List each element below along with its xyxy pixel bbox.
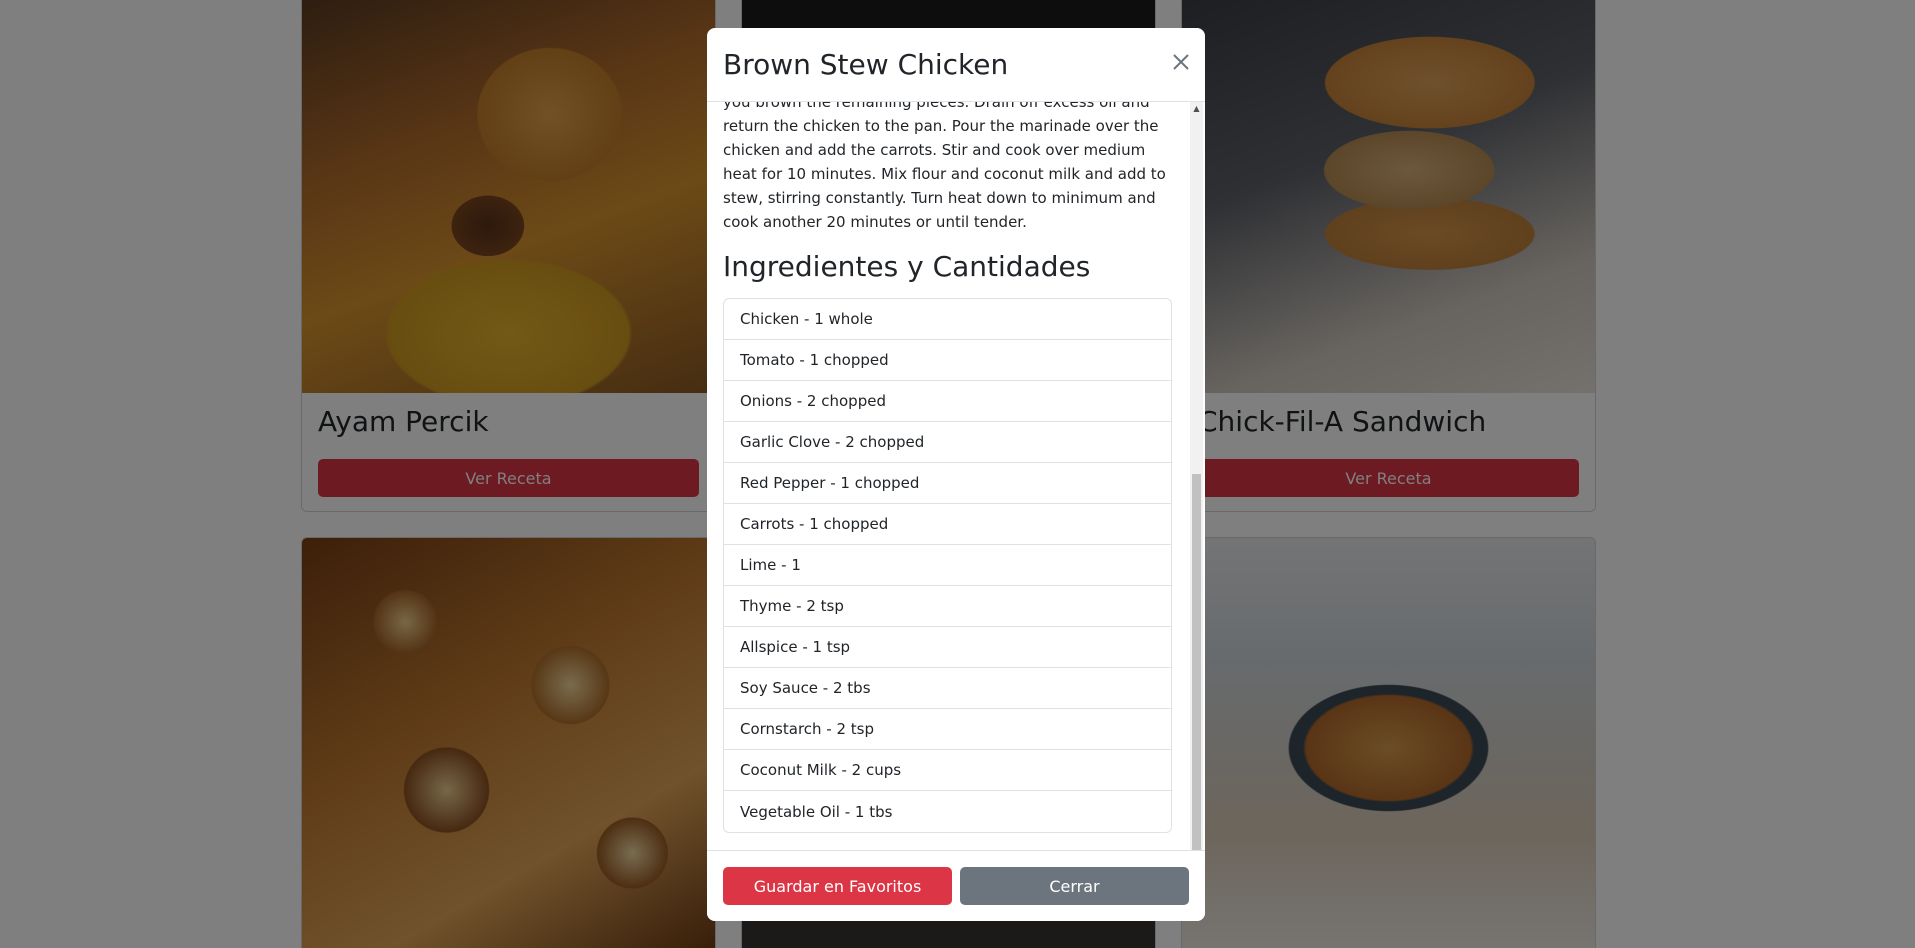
ingredient-item: Red Pepper - 1 chopped bbox=[724, 463, 1171, 504]
ingredient-item: Cornstarch - 2 tsp bbox=[724, 709, 1171, 750]
ingredient-item: Vegetable Oil - 1 tbs bbox=[740, 802, 893, 821]
scrollbar-thumb[interactable] bbox=[1192, 474, 1201, 862]
modal-body[interactable]: you brown the remaining pieces. Drain of… bbox=[707, 102, 1205, 878]
ingredient-item: Carrots - 1 chopped bbox=[724, 504, 1171, 545]
ingredients-list: Chicken - 1 whole Tomato - 1 chopped Onion… bbox=[723, 298, 1172, 833]
modal-header: Brown Stew Chicken bbox=[707, 28, 1205, 102]
ingredient-item: Coconut Milk - 2 cups bbox=[724, 750, 1171, 791]
ingredients-heading: Ingredientes y Cantidades bbox=[723, 250, 1091, 283]
scroll-up-icon[interactable]: ▲ bbox=[1192, 104, 1201, 114]
ingredient-item: Onions - 2 chopped bbox=[724, 381, 1171, 422]
close-icon[interactable] bbox=[1169, 50, 1193, 74]
ingredient-item: Garlic Clove - 2 chopped bbox=[724, 422, 1171, 463]
ingredient-item: Tomato - 1 chopped bbox=[724, 340, 1171, 381]
recipe-instructions: you brown the remaining pieces. Drain of… bbox=[723, 102, 1166, 231]
close-button[interactable]: Cerrar bbox=[960, 867, 1189, 905]
modal-footer: Guardar en Favoritos Cerrar bbox=[707, 850, 1205, 921]
modal-scrollbar[interactable]: ▲ ▼ bbox=[1190, 102, 1203, 878]
ingredient-item: Soy Sauce - 2 tbs bbox=[724, 668, 1171, 709]
ingredient-item: Thyme - 2 tsp bbox=[724, 586, 1171, 627]
ingredient-item: Chicken - 1 whole bbox=[724, 299, 1171, 340]
recipe-modal: Brown Stew Chicken you brown the remaini… bbox=[707, 28, 1205, 921]
ingredient-item: Allspice - 1 tsp bbox=[724, 627, 1171, 668]
save-favorite-button[interactable]: Guardar en Favoritos bbox=[723, 867, 952, 905]
ingredient-item: Lime - 1 bbox=[724, 545, 1171, 586]
modal-title: Brown Stew Chicken bbox=[723, 48, 1009, 81]
